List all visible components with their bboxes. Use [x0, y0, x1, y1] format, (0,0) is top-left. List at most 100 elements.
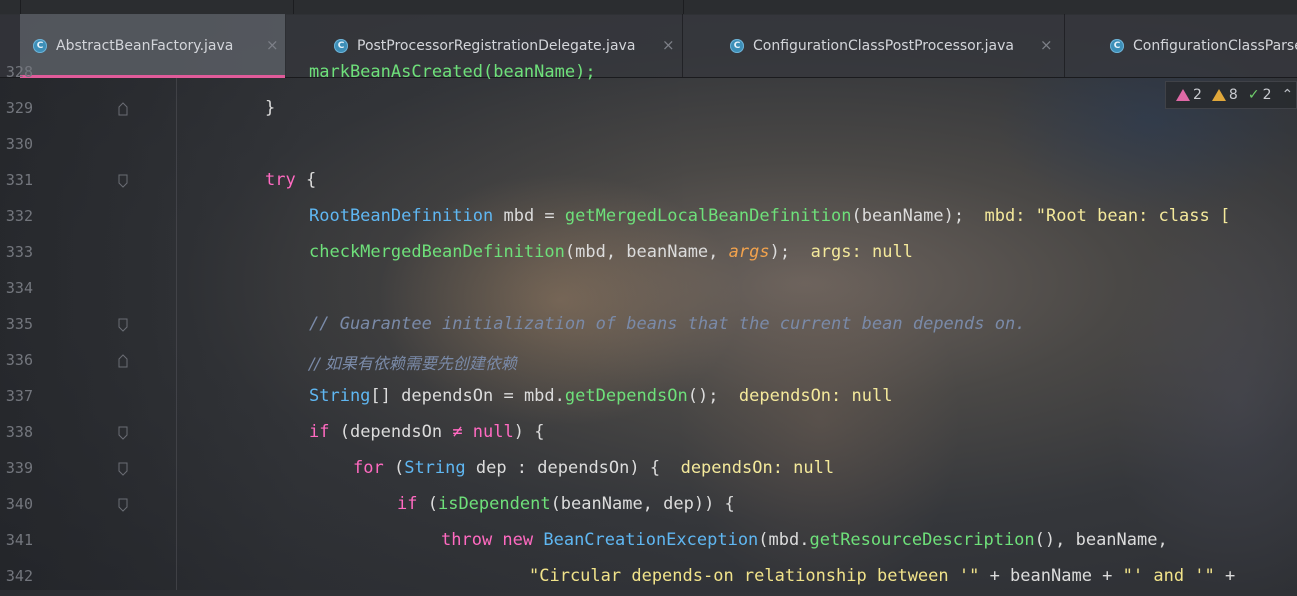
code-token: (mbd, beanName,	[564, 242, 729, 262]
toolbar-segment	[0, 0, 21, 14]
code-token: dep : dependsOn) {	[465, 458, 661, 478]
code-token: (	[383, 458, 405, 478]
code-text: throw new BeanCreationException(mbd.getR…	[441, 530, 1168, 550]
line-number: 340	[5, 495, 33, 513]
code-token: null	[462, 422, 514, 442]
toolbar-segment	[683, 0, 1297, 14]
java-class-icon: C	[1110, 38, 1124, 53]
inline-value-hint: args: null	[810, 242, 913, 262]
code-token: (mbd.	[758, 530, 810, 550]
inline-value-hint: dependsOn: null	[738, 386, 893, 406]
code-token: (beanName);	[851, 206, 965, 226]
code-token: + beanName +	[979, 566, 1123, 586]
code-token: getDependsOn	[564, 386, 688, 406]
code-text: for (String dep : dependsOn) { dependsOn…	[353, 458, 834, 478]
tab-label: ConfigurationClassParser	[1133, 37, 1297, 54]
code-text: if (dependsOn ≠ null) {	[309, 422, 544, 442]
code-token: (beanName, dep)) {	[550, 494, 735, 514]
line-number: 330	[5, 135, 33, 153]
code-token: String	[309, 386, 371, 406]
line-number: 334	[5, 279, 33, 297]
code-token: ) {	[513, 422, 545, 442]
code-token: (dependsOn	[329, 422, 453, 442]
tab-label: AbstractBeanFactory.java	[56, 37, 234, 54]
code-text: }	[265, 98, 275, 118]
line-number: 328	[5, 63, 33, 81]
code-line: 340 if (isDependent(beanName, dep)) {	[0, 488, 1297, 524]
code-token: +	[1214, 566, 1236, 586]
code-line: 336 // 如果有依赖需要先创建依赖	[0, 344, 1297, 380]
fold-marker-icon[interactable]	[118, 462, 128, 476]
line-number: 332	[5, 207, 33, 225]
top-toolbar-strip	[0, 0, 1297, 15]
close-icon[interactable]: ×	[1040, 36, 1053, 54]
code-line: 333 checkMergedBeanDefinition(mbd, beanN…	[0, 236, 1297, 272]
fold-marker-icon[interactable]	[118, 174, 128, 188]
inline-value-hint: mbd: "Root bean: class [	[984, 206, 1231, 226]
code-comment: // Guarantee initialization of beans tha…	[309, 314, 1026, 334]
line-number: 337	[5, 387, 33, 405]
code-token: args	[728, 242, 770, 262]
toolbar-segment	[293, 0, 684, 14]
code-text: markBeanAsCreated(beanName);	[309, 62, 596, 82]
code-line: 335 // Guarantee initialization of beans…	[0, 308, 1297, 344]
code-token: [] dependsOn = mbd.	[370, 386, 565, 406]
close-icon[interactable]: ×	[266, 36, 279, 54]
fold-marker-icon[interactable]	[118, 318, 128, 332]
code-text: RootBeanDefinition mbd = getMergedLocalB…	[309, 206, 1230, 226]
code-token: if	[309, 422, 330, 442]
fold-marker-icon[interactable]	[118, 102, 128, 116]
code-text: checkMergedBeanDefinition(mbd, beanName,…	[309, 242, 913, 262]
code-token: if	[397, 494, 418, 514]
code-token: String	[404, 458, 466, 478]
line-number: 329	[5, 99, 33, 117]
code-line: 342 "Circular depends-on relationship be…	[0, 560, 1297, 596]
line-number: 338	[5, 423, 33, 441]
code-token: for	[353, 458, 384, 478]
tab-label: ConfigurationClassPostProcessor.java	[753, 37, 1014, 54]
code-token: "' and '"	[1122, 566, 1215, 586]
code-token: getResourceDescription	[809, 530, 1035, 550]
tab-label: PostProcessorRegistrationDelegate.java	[357, 37, 636, 54]
java-class-icon: C	[730, 38, 744, 53]
code-line: 331 try {	[0, 164, 1297, 200]
code-token: BeanCreationException	[533, 530, 759, 550]
code-line: 341 throw new BeanCreationException(mbd.…	[0, 524, 1297, 560]
java-class-icon: C	[33, 38, 47, 53]
code-line: 330	[0, 128, 1297, 164]
line-number: 336	[5, 351, 33, 369]
code-text: String[] dependsOn = mbd.getDependsOn();…	[309, 386, 892, 406]
code-token: "Circular depends-on relationship betwee…	[529, 566, 980, 586]
fold-marker-icon[interactable]	[118, 498, 128, 512]
code-token: RootBeanDefinition	[309, 206, 494, 226]
line-number: 341	[5, 531, 33, 549]
line-number: 339	[5, 459, 33, 477]
line-number: 331	[5, 171, 33, 189]
line-number: 342	[5, 567, 33, 585]
line-number: 333	[5, 243, 33, 261]
fold-marker-icon[interactable]	[118, 354, 128, 368]
code-line: 329 }	[0, 92, 1297, 128]
code-token: }	[265, 98, 276, 118]
code-token: throw new	[441, 530, 534, 550]
code-line: 339 for (String dep : dependsOn) { depen…	[0, 452, 1297, 488]
code-token: checkMergedBeanDefinition	[309, 242, 565, 262]
code-token: ();	[687, 386, 719, 406]
code-token: markBeanAsCreated(beanName);	[309, 62, 596, 82]
code-text: if (isDependent(beanName, dep)) {	[397, 494, 735, 514]
code-token: );	[769, 242, 791, 262]
code-token: (), beanName,	[1034, 530, 1168, 550]
code-token: mbd =	[493, 206, 565, 226]
code-comment: // 如果有依赖需要先创建依赖	[309, 354, 517, 373]
code-token: try	[265, 170, 296, 190]
code-line: 337 String[] dependsOn = mbd.getDependsO…	[0, 380, 1297, 416]
code-line: 338 if (dependsOn ≠ null) {	[0, 416, 1297, 452]
inline-value-hint: dependsOn: null	[680, 458, 835, 478]
code-line: 328 markBeanAsCreated(beanName);	[0, 56, 1297, 92]
code-editor[interactable]: 328 markBeanAsCreated(beanName); 329 } 3…	[0, 62, 1297, 590]
java-class-icon: C	[334, 38, 348, 53]
code-text: try {	[265, 170, 316, 190]
fold-marker-icon[interactable]	[118, 426, 128, 440]
toolbar-segment	[20, 0, 294, 14]
close-icon[interactable]: ×	[662, 36, 675, 54]
